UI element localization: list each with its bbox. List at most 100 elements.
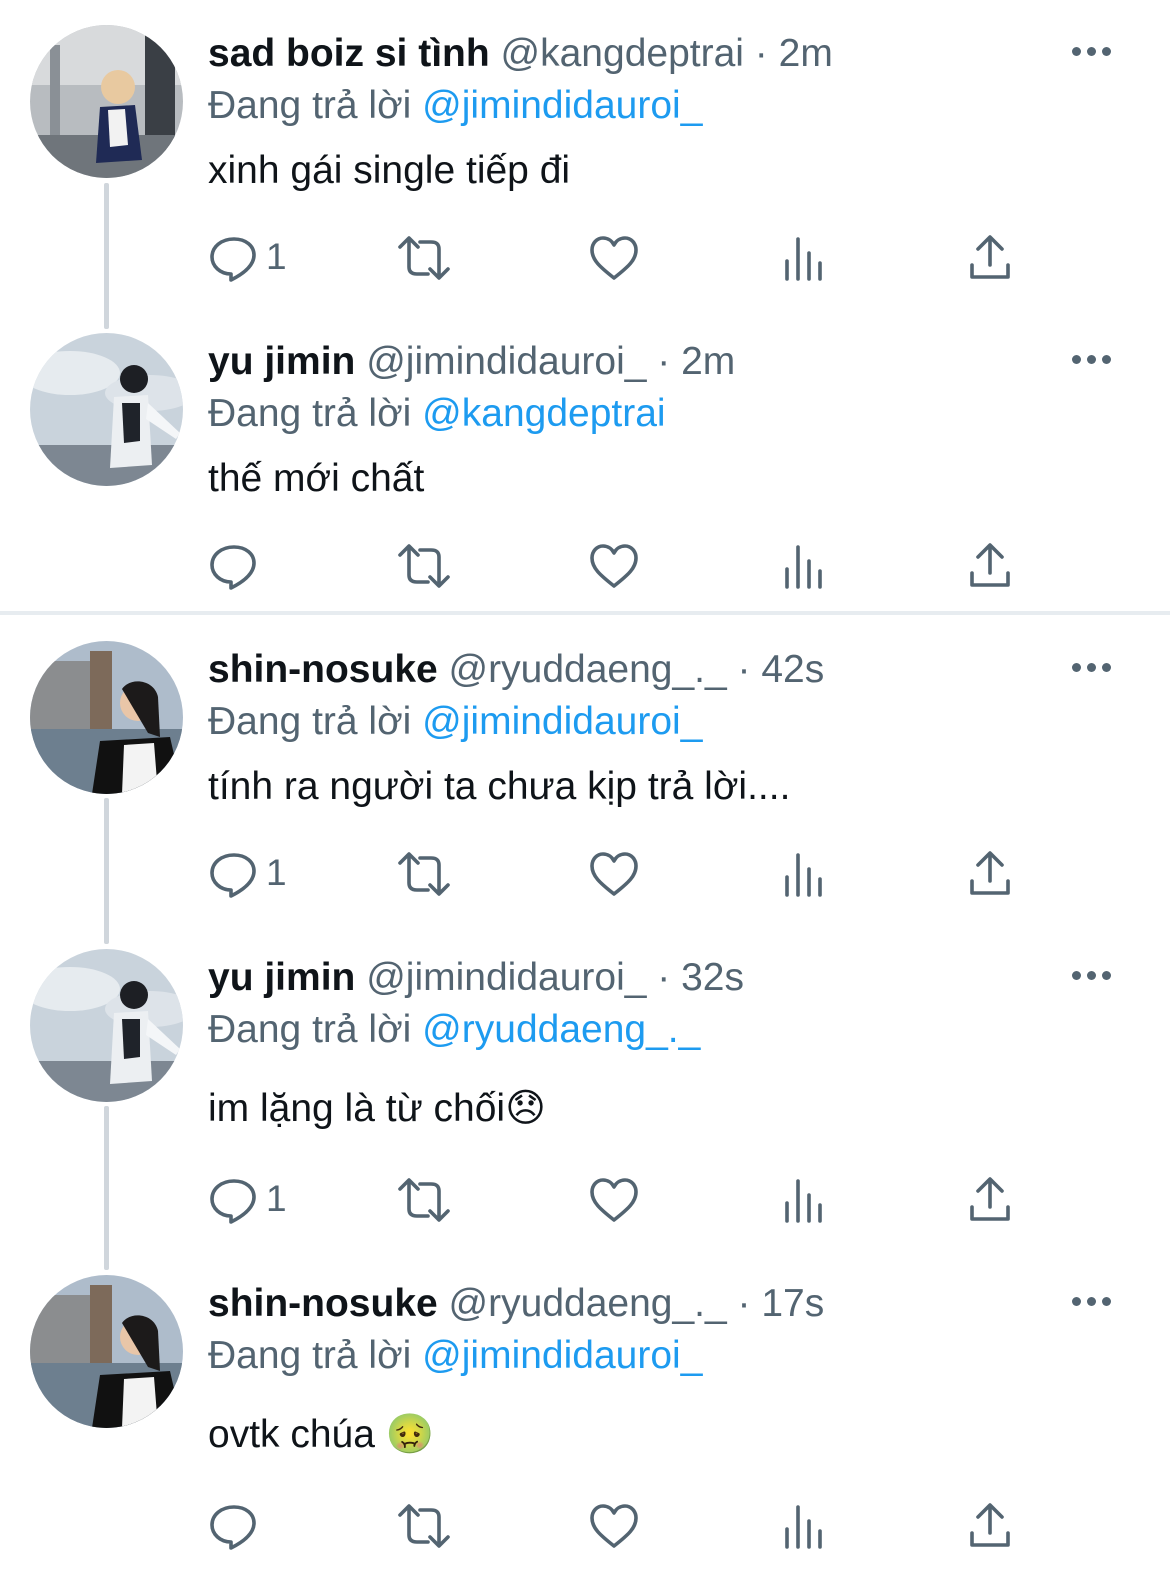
replying-to-label: Đang trả lời [208,1008,412,1051]
reply-icon [210,853,256,898]
replying-to-label: Đang trả lời [208,1334,412,1377]
avatar[interactable] [30,641,183,794]
share-icon [970,1177,1010,1221]
reply-icon [210,1505,256,1550]
share-button[interactable] [966,849,1014,899]
replying-to-label: Đang trả lời [208,84,412,127]
timestamp[interactable]: 17s [761,1282,824,1325]
views-icon [785,237,822,281]
display-name[interactable]: yu jimin [208,340,355,383]
retweet-icon [398,1178,450,1222]
replying-to-label: Đang trả lời [208,392,412,435]
mention-link[interactable]: @kangdeptrai [422,392,665,435]
views-button[interactable] [782,849,826,899]
share-button[interactable] [966,1501,1014,1551]
views-button[interactable] [782,541,826,591]
share-button[interactable] [966,1175,1014,1225]
views-button[interactable] [782,1501,826,1551]
display-name[interactable]: shin-nosuke [208,648,438,691]
reply-button[interactable]: 1 [208,849,287,899]
reply-button[interactable]: 1 [208,1175,287,1225]
replying-to: Đang trả lời @ryuddaeng_._ [208,1007,700,1053]
share-icon [970,235,1010,279]
share-icon [970,1503,1010,1547]
disappointed-face-emoji: 😞 [505,1087,546,1130]
action-bar: 1 [0,233,1170,283]
user-handle[interactable]: @ryuddaeng_._ [449,648,727,691]
display-name[interactable]: yu jimin [208,956,355,999]
mention-link[interactable]: @jimindidauroi_ [422,1334,702,1377]
mention-link[interactable]: @jimindidauroi_ [422,84,702,127]
timestamp[interactable]: 2m [779,32,833,75]
replying-to: Đang trả lời @jimindidauroi_ [208,699,702,745]
user-handle[interactable]: @jimindidauroi_ [366,956,646,999]
share-button[interactable] [966,541,1014,591]
tweet-text: tính ra người ta chưa kịp trả lời.... [208,765,791,808]
user-handle[interactable]: @ryuddaeng_._ [449,1282,727,1325]
share-icon [970,851,1010,895]
views-icon [785,1179,822,1223]
reply-count: 1 [266,1178,287,1219]
like-icon [590,236,638,280]
retweet-button[interactable] [396,1175,452,1225]
display-name[interactable]: sad boiz si tình [208,32,490,75]
separator-dot: · [737,1282,751,1325]
more-icon[interactable] [1072,47,1112,59]
display-name[interactable]: shin-nosuke [208,1282,438,1325]
tweet-header: sad boiz si tình @kangdeptrai · 2m [208,31,833,77]
retweet-button[interactable] [396,233,452,283]
nauseated-face-emoji: 🤢 [385,1413,435,1456]
reply-button[interactable]: 1 [208,233,287,283]
tweet-text: ovtk chúa 🤢 [208,1412,434,1458]
action-bar: 1 [0,849,1170,899]
like-icon [590,852,638,896]
share-button[interactable] [966,233,1014,283]
replying-to: Đang trả lời @jimindidauroi_ [208,83,702,129]
retweet-button[interactable] [396,541,452,591]
retweet-button[interactable] [396,1501,452,1551]
reply-button[interactable] [208,1501,260,1551]
reply-icon [210,1179,256,1224]
more-icon[interactable] [1072,1297,1112,1309]
avatar[interactable] [30,1275,183,1428]
replying-to-label: Đang trả lời [208,700,412,743]
more-icon[interactable] [1072,971,1112,983]
views-button[interactable] [782,233,826,283]
tweet-header: shin-nosuke @ryuddaeng_._ · 17s [208,1281,824,1327]
replying-to: Đang trả lời @jimindidauroi_ [208,1333,702,1379]
views-button[interactable] [782,1175,826,1225]
more-icon[interactable] [1072,663,1112,675]
action-bar: 1 [0,1175,1170,1225]
tweet-header: yu jimin @jimindidauroi_ · 32s [208,955,744,1001]
like-button[interactable] [588,1501,640,1551]
timestamp[interactable]: 42s [761,648,824,691]
avatar[interactable] [30,333,183,486]
tweet-header: yu jimin @jimindidauroi_ · 2m [208,339,735,385]
reply-button[interactable] [208,541,260,591]
like-button[interactable] [588,1175,640,1225]
timestamp[interactable]: 32s [681,956,744,999]
retweet-button[interactable] [396,849,452,899]
tweet-text-content: im lặng là từ chối [208,1087,506,1130]
retweet-icon [398,236,450,280]
tweet-header: shin-nosuke @ryuddaeng_._ · 42s [208,647,824,693]
avatar[interactable] [30,949,183,1102]
more-icon[interactable] [1072,355,1112,367]
separator-dot: · [657,340,671,383]
like-button[interactable] [588,541,640,591]
mention-link[interactable]: @jimindidauroi_ [422,700,702,743]
avatar[interactable] [30,25,183,178]
user-handle[interactable]: @kangdeptrai [501,32,744,75]
mention-link[interactable]: @ryuddaeng_._ [422,1008,700,1051]
timestamp[interactable]: 2m [681,340,735,383]
separator-dot: · [657,956,671,999]
user-handle[interactable]: @jimindidauroi_ [366,340,646,383]
views-icon [785,1505,822,1549]
like-button[interactable] [588,849,640,899]
like-button[interactable] [588,233,640,283]
tweet-text: im lặng là từ chối😞 [208,1086,546,1132]
tweet-text-content: ovtk chúa [208,1413,375,1456]
retweet-icon [398,852,450,896]
tweet-text: xinh gái single tiếp đi [208,149,571,192]
reply-count: 1 [266,236,287,277]
